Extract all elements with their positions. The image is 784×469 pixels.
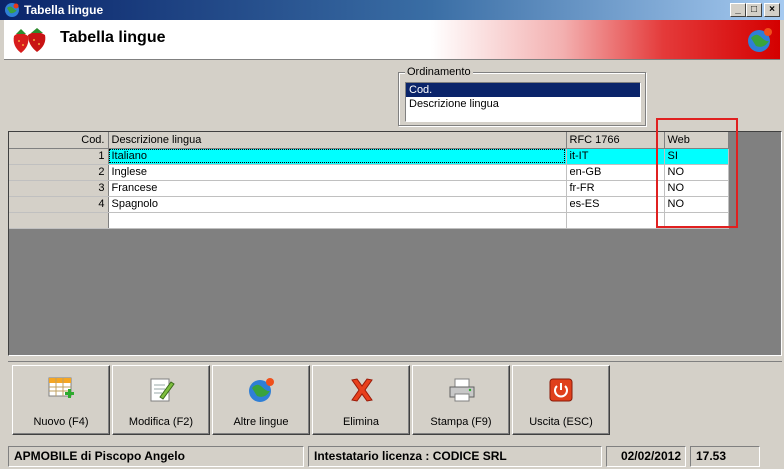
toolbar: Nuovo (F4) Modifica (F2) Altre lingue El… [8, 361, 782, 437]
status-license: Intestatario licenza : CODICE SRL [308, 446, 602, 467]
modifica-label: Modifica (F2) [128, 416, 194, 428]
globe-app-icon [5, 3, 19, 17]
cell-descrizione[interactable] [108, 212, 567, 229]
column-header-descrizione[interactable]: Descrizione lingua [108, 132, 567, 149]
cell-cod[interactable]: 1 [9, 148, 109, 165]
close-button[interactable]: × [764, 3, 780, 17]
cell-rfc[interactable]: en-GB [566, 164, 665, 181]
title-bar: Tabella lingue _ □ × [0, 0, 784, 20]
column-header-cod[interactable]: Cod. [9, 132, 109, 149]
printer-icon [449, 378, 475, 402]
edit-pencil-icon [150, 378, 175, 402]
stampa-button[interactable]: Stampa (F9) [412, 365, 510, 435]
cell-cod[interactable]: 3 [9, 180, 109, 197]
delete-x-icon [351, 378, 373, 402]
table-row-new[interactable] [9, 212, 729, 229]
table-row[interactable]: 1 Italiano it-IT SI [9, 148, 729, 165]
modifica-button[interactable]: Modifica (F2) [112, 365, 210, 435]
elimina-label: Elimina [342, 416, 380, 428]
status-bar: APMOBILE di Piscopo Angelo Intestatario … [0, 443, 784, 469]
cell-cod[interactable]: 4 [9, 196, 109, 213]
sort-option-cod[interactable]: Cod. [406, 83, 640, 97]
nuovo-label: Nuovo (F4) [33, 416, 89, 428]
status-time: 17.53 [690, 446, 760, 467]
table-row[interactable]: 3 Francese fr-FR NO [9, 180, 729, 197]
new-grid-icon [48, 377, 74, 398]
minimize-button[interactable]: _ [730, 3, 746, 17]
globe-icon [249, 378, 274, 402]
cell-descrizione[interactable]: Inglese [108, 164, 567, 181]
altre-lingue-button[interactable]: Altre lingue [212, 365, 310, 435]
elimina-button[interactable]: Elimina [312, 365, 410, 435]
uscita-button[interactable]: Uscita (ESC) [512, 365, 610, 435]
cell-rfc[interactable] [566, 212, 665, 229]
status-company: APMOBILE di Piscopo Angelo [8, 446, 304, 467]
sort-legend: Ordinamento [405, 66, 473, 78]
status-date: 02/02/2012 [606, 446, 686, 467]
cell-descrizione[interactable]: Spagnolo [108, 196, 567, 213]
cell-rfc[interactable]: it-IT [566, 148, 665, 165]
sort-group: Ordinamento Cod. Descrizione lingua [398, 66, 646, 126]
strawberry-logo-icon [13, 28, 46, 53]
altre-lingue-label: Altre lingue [233, 416, 289, 428]
sort-option-descrizione[interactable]: Descrizione lingua [406, 97, 640, 111]
cell-cod[interactable]: 2 [9, 164, 109, 181]
web-column-highlight-box [656, 118, 738, 228]
globe-icon [748, 28, 772, 52]
window-title: Tabella lingue [24, 3, 104, 17]
table-header-row: Cod. Descrizione lingua RFC 1766 Web [9, 132, 729, 149]
power-icon [549, 378, 573, 402]
maximize-button[interactable]: □ [746, 3, 762, 17]
column-header-rfc[interactable]: RFC 1766 [566, 132, 665, 149]
nuovo-button[interactable]: Nuovo (F4) [12, 365, 110, 435]
cell-descrizione[interactable]: Francese [108, 180, 567, 197]
cell-rfc[interactable]: fr-FR [566, 180, 665, 197]
languages-table: Cod. Descrizione lingua RFC 1766 Web 1 I… [9, 132, 729, 229]
stampa-label: Stampa (F9) [430, 416, 492, 428]
cell-cod[interactable] [9, 212, 109, 229]
table-row[interactable]: 4 Spagnolo es-ES NO [9, 196, 729, 213]
sort-listbox[interactable]: Cod. Descrizione lingua [405, 82, 641, 122]
uscita-label: Uscita (ESC) [529, 416, 593, 428]
cell-rfc[interactable]: es-ES [566, 196, 665, 213]
table-row[interactable]: 2 Inglese en-GB NO [9, 164, 729, 181]
page-title: Tabella lingue [60, 29, 166, 46]
cell-descrizione[interactable]: Italiano [108, 148, 567, 165]
page-header: Tabella lingue [4, 20, 780, 60]
